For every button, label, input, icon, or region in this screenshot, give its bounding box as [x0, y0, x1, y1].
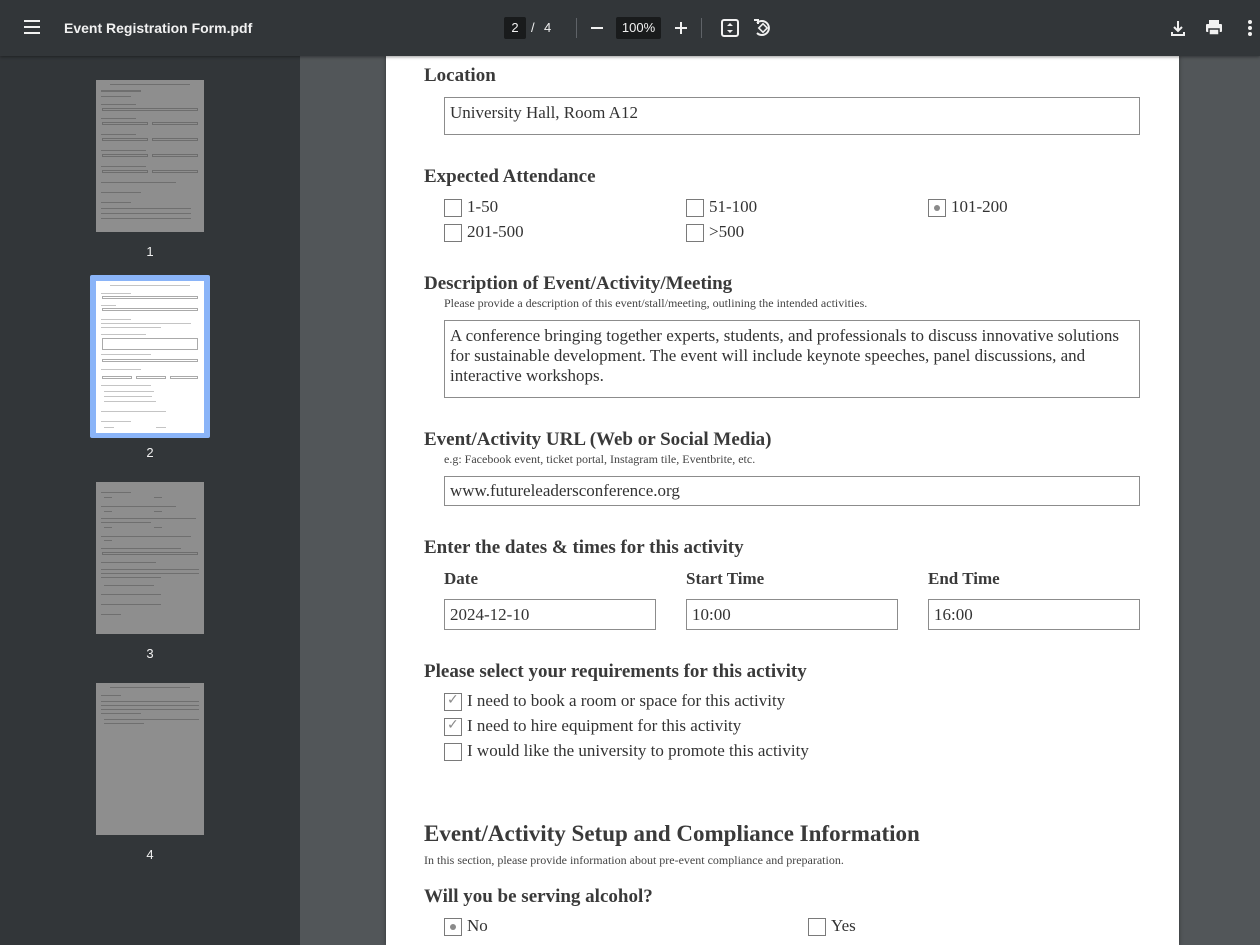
attendance-checkbox-selected[interactable]	[928, 199, 946, 217]
date-column-label: Date	[444, 569, 478, 588]
zoom-out-icon[interactable]	[583, 14, 611, 42]
start-time-field[interactable]: 10:00	[686, 599, 898, 630]
toolbar-divider	[701, 18, 702, 38]
pdf-toolbar: Event Registration Form.pdf 2 / 4 100%	[0, 0, 1260, 56]
location-label: Location	[424, 65, 496, 86]
requirements-label: Please select your requirements for this…	[424, 661, 807, 682]
fit-page-icon[interactable]	[716, 14, 744, 42]
option-label: 51-100	[709, 197, 758, 216]
end-time-column-label: End Time	[928, 569, 1000, 588]
zoom-in-icon[interactable]	[667, 14, 695, 42]
thumbnail-label: 3	[146, 646, 154, 661]
compliance-section-title: Event/Activity Setup and Compliance Info…	[424, 821, 920, 846]
thumbnail-image	[96, 482, 204, 634]
thumbnail-sidebar: 1 2 3 4	[0, 56, 300, 945]
option-label: 201-500	[467, 222, 524, 241]
description-field[interactable]: A conference bringing together experts, …	[444, 320, 1140, 398]
location-field[interactable]: University Hall, Room A12	[444, 97, 1140, 135]
option-label: 101-200	[951, 197, 1008, 216]
option-label: >500	[709, 222, 745, 241]
url-label: Event/Activity URL (Web or Social Media)	[424, 429, 772, 450]
option-label: No	[467, 916, 488, 935]
pdf-page: Location University Hall, Room A12 Expec…	[386, 56, 1179, 945]
page-separator: /	[531, 20, 535, 35]
attendance-label: Expected Attendance	[424, 166, 596, 187]
alcohol-radio-selected[interactable]	[444, 918, 462, 936]
thumbnail-image	[96, 80, 204, 232]
thumbnail-image	[96, 281, 204, 433]
current-page-input[interactable]: 2	[504, 17, 526, 39]
thumbnail-image	[96, 683, 204, 835]
zoom-level-input[interactable]: 100%	[616, 17, 661, 39]
attendance-checkbox[interactable]	[444, 224, 462, 242]
alcohol-label: Will you be serving alcohol?	[424, 886, 653, 907]
requirement-checkbox-checked[interactable]	[444, 692, 462, 711]
print-icon[interactable]	[1200, 14, 1228, 42]
compliance-hint: In this section, please provide informat…	[424, 853, 844, 867]
rotate-icon[interactable]	[748, 14, 776, 42]
url-field[interactable]: www.futureleadersconference.org	[444, 476, 1140, 506]
date-field[interactable]: 2024-12-10	[444, 599, 656, 630]
more-options-icon[interactable]	[1236, 14, 1260, 42]
total-pages: 4	[544, 20, 552, 35]
option-label: I need to hire equipment for this activi…	[467, 716, 742, 735]
description-label: Description of Event/Activity/Meeting	[424, 273, 733, 294]
thumbnail-label: 1	[146, 244, 154, 259]
requirement-checkbox-checked[interactable]	[444, 717, 462, 736]
document-title: Event Registration Form.pdf	[64, 20, 253, 36]
alcohol-radio[interactable]	[808, 918, 826, 936]
hamburger-menu-icon[interactable]	[14, 16, 50, 40]
dates-label: Enter the dates & times for this activit…	[424, 537, 744, 558]
attendance-checkbox[interactable]	[686, 199, 704, 217]
url-hint: e.g: Facebook event, ticket portal, Inst…	[444, 452, 756, 466]
requirement-checkbox[interactable]	[444, 743, 462, 761]
start-time-column-label: Start Time	[686, 569, 765, 588]
option-label: I would like the university to promote t…	[467, 741, 809, 760]
option-label: I need to book a room or space for this …	[467, 691, 786, 710]
download-icon[interactable]	[1164, 14, 1192, 42]
attendance-checkbox[interactable]	[686, 224, 704, 242]
option-label: Yes	[831, 916, 856, 935]
option-label: 1-50	[467, 197, 499, 216]
end-time-field[interactable]: 16:00	[928, 599, 1140, 630]
description-hint: Please provide a description of this eve…	[444, 296, 868, 310]
attendance-checkbox[interactable]	[444, 199, 462, 217]
thumbnail-label: 4	[146, 847, 154, 862]
toolbar-divider	[576, 18, 577, 38]
thumbnail-label: 2	[146, 445, 154, 460]
